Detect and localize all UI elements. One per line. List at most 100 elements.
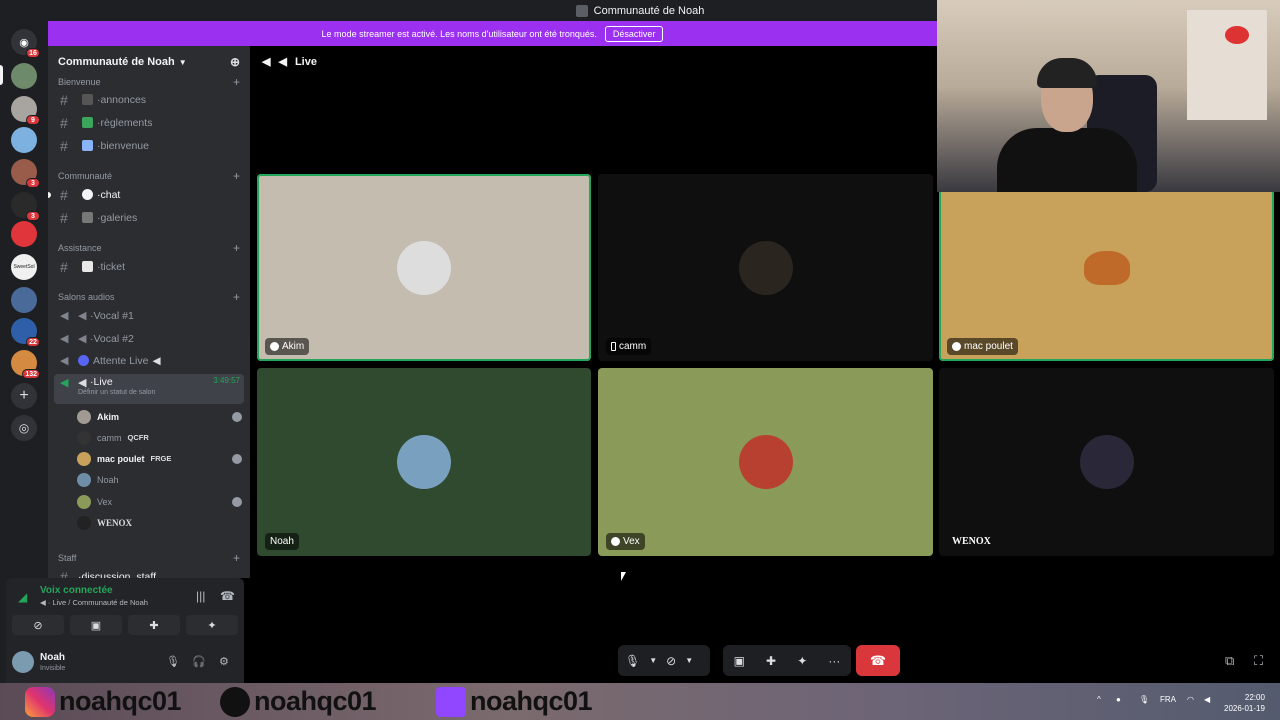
channel-vocal-1[interactable]: ◀ ◀ · Vocal #1 bbox=[54, 305, 244, 326]
server-icon[interactable] bbox=[11, 287, 37, 313]
add-channel-icon[interactable]: + bbox=[233, 551, 240, 565]
volume-icon[interactable]: ◀ bbox=[1204, 695, 1210, 704]
category-bienvenue[interactable]: Bienvenue + bbox=[58, 75, 240, 89]
voice-member[interactable]: WENOX bbox=[77, 513, 242, 532]
category-salons-audios[interactable]: Salons audios + bbox=[58, 290, 240, 304]
category-communaute[interactable]: Communauté + bbox=[58, 169, 240, 183]
add-channel-icon[interactable]: + bbox=[233, 290, 240, 304]
server-icon[interactable] bbox=[11, 221, 37, 247]
emoji-icon bbox=[82, 212, 93, 223]
hash-icon: # bbox=[60, 91, 68, 108]
voice-status[interactable]: Voix connectée bbox=[40, 585, 113, 596]
camera-off-button[interactable]: ⊘ bbox=[12, 615, 64, 635]
language-indicator[interactable]: FRA bbox=[1160, 695, 1176, 704]
discord-home-icon[interactable]: ◉ 16 bbox=[11, 29, 40, 58]
disable-streamer-button[interactable]: Désactiver bbox=[604, 25, 664, 42]
soundboard-icon[interactable]: ✦ bbox=[790, 654, 814, 668]
server-icon[interactable]: 3 bbox=[11, 192, 40, 221]
category-staff[interactable]: Staff + bbox=[58, 551, 240, 565]
xbox-icon bbox=[952, 342, 961, 351]
camera-off-icon[interactable]: ⊘ bbox=[659, 654, 683, 668]
disconnect-button[interactable]: ☎ bbox=[856, 645, 900, 676]
activities-button[interactable]: ✚ bbox=[128, 615, 180, 635]
guild-header[interactable]: Communauté de Noah ▼ ⊕ bbox=[48, 46, 250, 78]
voice-member[interactable]: camm QCFR bbox=[77, 428, 242, 447]
tray-mic-icon[interactable]: 🎙 bbox=[1139, 695, 1149, 704]
popout-icon[interactable]: ⧉ bbox=[1225, 653, 1234, 669]
fullscreen-icon[interactable]: ⛶ bbox=[1254, 653, 1263, 669]
speaker-icon: ◀ bbox=[60, 333, 69, 345]
soundboard-button[interactable]: ✦ bbox=[186, 615, 238, 635]
channel-live[interactable]: ◀ ◀ · Live 3:49:57 Définir un statut de sa… bbox=[54, 374, 244, 404]
participant-tile[interactable]: Vex bbox=[598, 368, 933, 556]
screen-share-icon[interactable]: ▣ bbox=[727, 654, 752, 668]
channel-vocal-2[interactable]: ◀ ◀ · Vocal #2 bbox=[54, 328, 244, 349]
tray-chevron-icon[interactable]: ^ bbox=[1097, 695, 1101, 704]
member-name: Vex bbox=[97, 496, 113, 507]
chevron-down-icon[interactable]: ▼ bbox=[683, 656, 695, 665]
server-icon[interactable] bbox=[11, 63, 37, 89]
channel-discussion-staff[interactable]: # · discussion_staff bbox=[54, 566, 244, 579]
microphone-icon[interactable]: 🎙 bbox=[166, 655, 180, 668]
channel-ticket[interactable]: # · ticket bbox=[54, 256, 244, 277]
channel-galeries[interactable]: # · galeries bbox=[54, 207, 244, 228]
avatar bbox=[77, 515, 91, 530]
twitch-handle: noahqc01 bbox=[436, 683, 593, 720]
participant-tile[interactable]: Akim bbox=[257, 174, 591, 361]
channel-annonces[interactable]: # · annonces bbox=[54, 89, 244, 110]
mouse-cursor bbox=[621, 572, 626, 581]
channel-label: Vocal #2 bbox=[93, 332, 134, 345]
add-server-icon[interactable]: + bbox=[11, 383, 37, 409]
participant-tile[interactable]: mac poulet bbox=[939, 174, 1274, 361]
server-icon[interactable]: SweetSol bbox=[11, 254, 37, 280]
category-assistance[interactable]: Assistance + bbox=[58, 241, 240, 255]
settings-gear-icon[interactable]: ⚙ bbox=[219, 655, 229, 668]
channel-label: chat bbox=[100, 188, 121, 201]
participant-tile[interactable]: Noah bbox=[257, 368, 591, 556]
server-icon[interactable]: 9 bbox=[11, 96, 40, 125]
channel-chat[interactable]: # · chat bbox=[54, 184, 244, 205]
channel-bienvenue[interactable]: # · bienvenue bbox=[54, 135, 244, 156]
voice-member[interactable]: mac poulet FRGE bbox=[77, 449, 242, 468]
guild-name: Communauté de Noah bbox=[58, 56, 175, 68]
headphones-icon[interactable]: 🎧 bbox=[192, 655, 206, 668]
chevron-down-icon[interactable]: ▼ bbox=[647, 656, 659, 665]
twitch-icon bbox=[436, 686, 466, 717]
wifi-icon[interactable]: ◠ bbox=[1187, 695, 1194, 704]
screen-share-button[interactable]: ▣ bbox=[70, 615, 122, 635]
activities-icon[interactable]: ✚ bbox=[759, 654, 783, 668]
participant-name: Vex bbox=[623, 536, 640, 547]
add-channel-icon[interactable]: + bbox=[233, 75, 240, 89]
channel-attente-live[interactable]: ◀ Attente Live ◀ bbox=[54, 350, 244, 371]
voice-member[interactable]: Noah bbox=[77, 470, 242, 489]
add-channel-icon[interactable]: + bbox=[233, 241, 240, 255]
participant-tile[interactable]: WENOX bbox=[939, 368, 1274, 556]
channel-reglements[interactable]: # · règlements bbox=[54, 112, 244, 133]
burger-avatar bbox=[1083, 250, 1130, 285]
server-icon[interactable] bbox=[11, 127, 37, 153]
voice-location[interactable]: ◀ · Live / Communauté de Noah bbox=[40, 598, 148, 607]
xbox-icon bbox=[611, 537, 620, 546]
invite-icon[interactable]: ⊕ bbox=[230, 55, 240, 69]
voice-member[interactable]: Akim bbox=[77, 407, 242, 426]
speaker-icon: ◀ bbox=[78, 377, 87, 389]
tray-app-icon[interactable]: ● bbox=[1116, 695, 1121, 704]
microphone-icon[interactable]: 🎙 bbox=[618, 654, 647, 668]
user-name[interactable]: Noah bbox=[40, 652, 65, 663]
system-clock[interactable]: 22:00 2026-01-19 bbox=[1224, 692, 1265, 714]
voice-member[interactable]: Vex bbox=[77, 492, 242, 511]
hash-icon: # bbox=[60, 258, 68, 275]
disconnect-icon[interactable]: ☎ bbox=[220, 589, 235, 603]
more-options-icon[interactable]: ··· bbox=[821, 654, 847, 668]
discover-icon[interactable]: ◎ bbox=[11, 415, 37, 441]
participant-tile[interactable]: camm bbox=[598, 174, 933, 361]
speaker-icon: ◀ bbox=[152, 354, 161, 367]
user-avatar[interactable] bbox=[12, 651, 34, 673]
server-icon[interactable]: 132 bbox=[11, 350, 40, 379]
server-icon[interactable]: 3 bbox=[11, 159, 40, 188]
server-icon[interactable]: 22 bbox=[11, 318, 40, 347]
channel-status-prompt[interactable]: Définir un statut de salon bbox=[78, 389, 155, 396]
add-channel-icon[interactable]: + bbox=[233, 169, 240, 183]
noise-suppression-icon[interactable]: ||| bbox=[196, 589, 205, 603]
category-label: Bienvenue bbox=[58, 77, 101, 87]
